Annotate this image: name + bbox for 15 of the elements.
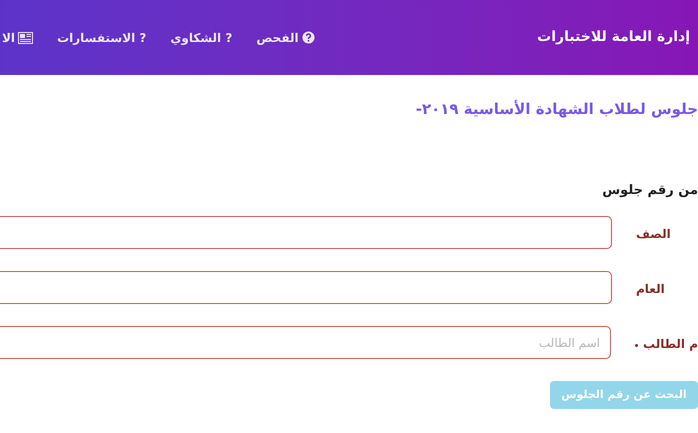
- input-field[interactable]: [0, 216, 612, 249]
- field-label: م الطالب: [643, 336, 698, 352]
- input-field[interactable]: اسم الطالب: [0, 326, 611, 359]
- nav-link[interactable]: ? الاستفسارات: [57, 28, 146, 46]
- nav-link[interactable]: ? الشكاوي: [170, 28, 232, 46]
- nav-link[interactable]: الا: [2, 28, 34, 46]
- site-title: إدارة العامة للاختبارات: [537, 28, 690, 47]
- section-heading: من رقم جلوس: [601, 182, 698, 200]
- input-field[interactable]: [0, 271, 612, 304]
- newspaper-icon: [18, 32, 34, 44]
- field-label: الصف: [636, 226, 671, 242]
- help-icon: [302, 31, 315, 44]
- nav-link[interactable]: الفحص: [256, 28, 315, 46]
- page-heading: جلوس لطلاب الشهادة الأساسية ٢٠١٩-: [414, 98, 698, 120]
- field-label: العام: [636, 280, 665, 298]
